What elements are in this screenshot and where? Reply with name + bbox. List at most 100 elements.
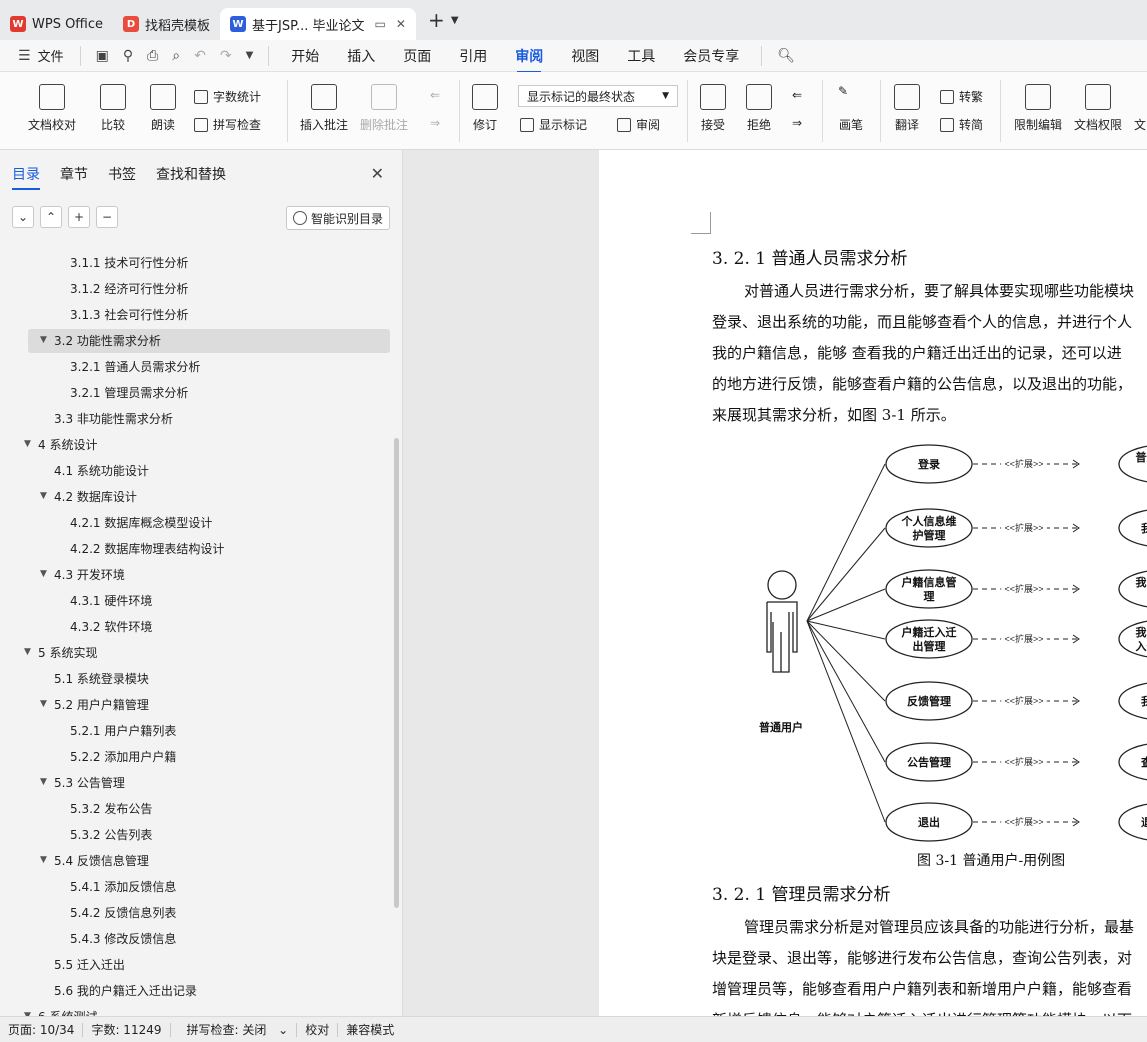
prev-change-icon[interactable]: ⇐ xyxy=(792,88,802,102)
chevron-down-icon[interactable]: ▼ xyxy=(451,15,459,26)
toc-item[interactable]: 5.3.2 发布公告 xyxy=(56,796,152,820)
chevron-down-icon[interactable]: ▼ xyxy=(246,50,254,61)
track-changes-button[interactable]: 修订 xyxy=(472,84,498,133)
tab-bookmarks[interactable]: 书签 xyxy=(108,164,136,184)
toc-item[interactable]: 4.2.2 数据库物理表结构设计 xyxy=(56,536,224,560)
toc-item[interactable]: 5.2.1 用户户籍列表 xyxy=(56,718,176,742)
tab-template[interactable]: D 找稻壳模板 xyxy=(113,8,220,40)
word-count[interactable]: 字数: 11249 xyxy=(91,1021,161,1038)
minus-icon[interactable]: − xyxy=(96,206,118,228)
toc-item[interactable]: 4.2.1 数据库概念模型设计 xyxy=(56,510,212,534)
review-pane-button[interactable]: 审阅 xyxy=(617,116,660,133)
toc-item[interactable]: 4.3.2 软件环境 xyxy=(56,614,152,638)
menu-view[interactable]: 视图 xyxy=(571,46,599,66)
toc-item[interactable]: 5.2.2 添加用户户籍 xyxy=(56,744,176,768)
document-page[interactable]: 3. 2. 1 普通人员需求分析 对普通人员进行需求分析，要了解具体要实现哪些功… xyxy=(599,150,1147,1016)
toc-item[interactable]: 5.4.3 修改反馈信息 xyxy=(56,926,176,950)
undo-icon[interactable]: ↶ xyxy=(194,48,206,64)
more-button[interactable]: 文 xyxy=(1133,84,1147,133)
menu-home[interactable]: 开始 xyxy=(291,46,319,66)
translate-button[interactable]: 翻译 xyxy=(894,84,920,133)
next-change-icon[interactable]: ⇒ xyxy=(792,116,802,130)
toc-item[interactable]: 5.5 迁入迁出 xyxy=(40,952,125,976)
tab-chapters[interactable]: 章节 xyxy=(60,164,88,184)
new-tab-icon[interactable]: + xyxy=(428,8,445,32)
print-icon[interactable]: ⎙ xyxy=(147,48,158,64)
next-comment-icon[interactable]: ⇒ xyxy=(430,116,440,130)
toc-item[interactable]: ▼ 5 系统实现 xyxy=(24,640,97,664)
page-indicator[interactable]: 页面: 10/34 xyxy=(8,1021,74,1038)
save-icon[interactable]: ▣ xyxy=(96,48,109,64)
doc-permission-button[interactable]: 文档权限 xyxy=(1074,84,1122,133)
hamburger-icon[interactable]: ☰ xyxy=(18,48,31,64)
collapse-arrow-icon[interactable]: ▼ xyxy=(40,777,54,787)
restrict-edit-button[interactable]: 限制编辑 xyxy=(1014,84,1062,133)
collapse-arrow-icon[interactable]: ▼ xyxy=(40,491,54,501)
proofread-status[interactable]: 校对 xyxy=(305,1021,329,1038)
word-count-button[interactable]: 字数统计 xyxy=(194,88,261,105)
redo-icon[interactable]: ↷ xyxy=(220,48,232,64)
toc-item[interactable]: 5.4.2 反馈信息列表 xyxy=(56,900,176,924)
tab-wps-office[interactable]: W WPS Office xyxy=(0,8,113,40)
spell-check-button[interactable]: 拼写检查 xyxy=(194,116,261,133)
spell-check-status[interactable]: 拼写检查: 关闭 ⌄ xyxy=(179,1021,289,1038)
delete-comment-button[interactable]: 删除批注 xyxy=(360,84,408,133)
show-markup-button[interactable]: 显示标记 xyxy=(520,116,587,133)
collapse-arrow-icon[interactable]: ▼ xyxy=(40,569,54,579)
toc-item[interactable]: 3.1.1 技术可行性分析 xyxy=(56,250,188,274)
collapse-arrow-icon[interactable]: ▼ xyxy=(40,335,54,345)
menu-page[interactable]: 页面 xyxy=(403,46,431,66)
search-icon[interactable]: 🔍︎ xyxy=(777,48,795,64)
collapse-up-icon[interactable]: ⌃ xyxy=(40,206,62,228)
tab-find-replace[interactable]: 查找和替换 xyxy=(156,164,226,184)
window-mode-icon[interactable]: ▭ xyxy=(374,17,385,31)
toc-item[interactable]: 4.3.1 硬件环境 xyxy=(56,588,152,612)
toc-item[interactable]: 3.2.1 管理员需求分析 xyxy=(56,380,188,404)
toc-item[interactable]: ▼ 5.3 公告管理 xyxy=(40,770,125,794)
reject-button[interactable]: 拒绝 xyxy=(746,84,772,133)
toc-item[interactable]: ▼ 5.2 用户户籍管理 xyxy=(40,692,149,716)
menu-tools[interactable]: 工具 xyxy=(627,46,655,66)
collapse-arrow-icon[interactable]: ▼ xyxy=(40,855,54,865)
toc-item[interactable]: 5.3.2 公告列表 xyxy=(56,822,152,846)
close-tab-icon[interactable]: ✕ xyxy=(396,17,406,31)
to-simplified-button[interactable]: 转简 xyxy=(940,116,983,133)
toc-item[interactable]: 3.2.1 普通人员需求分析 xyxy=(56,354,200,378)
file-menu[interactable]: 文件 xyxy=(38,46,64,65)
display-mode-select[interactable]: 显示标记的最终状态 ▼ xyxy=(518,85,678,107)
toc-item[interactable]: ▼ 3.2 功能性需求分析 xyxy=(40,328,161,352)
collapse-arrow-icon[interactable]: ▼ xyxy=(24,647,38,657)
read-aloud-button[interactable]: 朗读 xyxy=(150,84,176,133)
share-icon[interactable]: ⚲ xyxy=(123,48,133,64)
collapse-arrow-icon[interactable]: ▼ xyxy=(40,699,54,709)
collapse-arrow-icon[interactable]: ▼ xyxy=(24,439,38,449)
toc-item[interactable]: 5.1 系统登录模块 xyxy=(40,666,149,690)
print-preview-icon[interactable]: ⌕ xyxy=(172,48,180,64)
plus-icon[interactable]: + xyxy=(68,206,90,228)
prev-comment-icon[interactable]: ⇐ xyxy=(430,88,440,102)
scrollbar[interactable] xyxy=(394,438,399,908)
expand-down-icon[interactable]: ⌄ xyxy=(12,206,34,228)
doc-check-button[interactable]: 文档校对 xyxy=(28,84,76,133)
close-icon[interactable]: ✕ xyxy=(371,164,384,183)
toc-item[interactable]: ▼ 4.3 开发环境 xyxy=(40,562,125,586)
menu-member[interactable]: 会员专享 xyxy=(683,46,739,66)
insert-comment-button[interactable]: 插入批注 xyxy=(300,84,348,133)
menu-review[interactable]: 审阅 xyxy=(515,46,543,73)
to-traditional-button[interactable]: 转繁 xyxy=(940,88,983,105)
toc-item[interactable]: ▼ 4 系统设计 xyxy=(24,432,97,456)
tab-toc[interactable]: 目录 xyxy=(12,164,40,190)
tab-document[interactable]: W 基于JSP... 毕业论文 ▭ ✕ xyxy=(220,8,417,40)
menu-insert[interactable]: 插入 xyxy=(347,46,375,66)
menu-reference[interactable]: 引用 xyxy=(459,46,487,66)
smart-toc-button[interactable]: 智能识别目录 xyxy=(285,206,390,230)
toc-item[interactable]: ▼ 5.4 反馈信息管理 xyxy=(40,848,149,872)
toc-item[interactable]: 3.3 非功能性需求分析 xyxy=(40,406,173,430)
accept-button[interactable]: 接受 xyxy=(700,84,726,133)
toc-item[interactable]: 5.4.1 添加反馈信息 xyxy=(56,874,176,898)
toc-item[interactable]: 4.1 系统功能设计 xyxy=(40,458,149,482)
compare-button[interactable]: 比较 xyxy=(100,84,126,133)
toc-item[interactable]: 5.6 我的户籍迁入迁出记录 xyxy=(40,978,197,1002)
toc-item[interactable]: ▼ 4.2 数据库设计 xyxy=(40,484,137,508)
toc-item[interactable]: 3.1.2 经济可行性分析 xyxy=(56,276,188,300)
